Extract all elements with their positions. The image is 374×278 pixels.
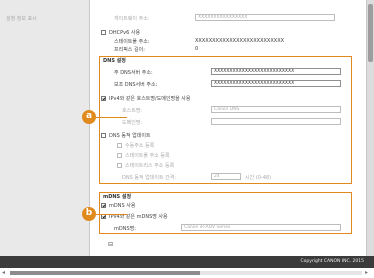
- mdns-name-field[interactable]: Canon iR-ADV Series: [181, 224, 341, 231]
- same-host-label: IPv4와 같은 호스트명/도메인명을 사용: [109, 96, 191, 102]
- horizontal-scrollbar[interactable]: ◂ ▸: [0, 268, 374, 278]
- mdns-settings-title: mDNS 설정: [103, 194, 132, 200]
- dhcp-checkbox[interactable]: [101, 30, 106, 35]
- primary-dns-field[interactable]: XXXXXXXXXXXXXXXXXXXXXXXXXX: [211, 68, 341, 75]
- stateful-address-label: 스테이트풀 주소:: [114, 39, 150, 45]
- mdns-name-label: mDNS명:: [114, 226, 136, 232]
- stateless-register-label: 스테이트리스 주소 등록: [125, 163, 175, 169]
- mdns-use-label: mDNS 사용: [109, 203, 136, 209]
- prefix-length-value: 0: [195, 46, 199, 52]
- prefix-length-label: 프리픽스 길이:: [114, 47, 145, 53]
- scroll-left-arrow-icon[interactable]: ◂: [2, 269, 5, 276]
- scroll-right-arrow-icon[interactable]: ▸: [365, 269, 368, 276]
- main-panel: 게이트웨이 주소: XXXXXXXXXXXXXXXX DHCPv6 사용 스테이…: [90, 0, 366, 256]
- same-host-checkbox[interactable]: [101, 96, 106, 101]
- ddns-label: DNS 동적 업데이트: [109, 133, 151, 139]
- manual-register-label: 수동주소 등록: [125, 143, 155, 149]
- callout-badge-a: a: [82, 110, 96, 124]
- domain-name-label: 도메인명:: [122, 120, 143, 126]
- gateway-field[interactable]: XXXXXXXXXXXXXXXX: [195, 14, 335, 21]
- ddns-checkbox[interactable]: [101, 133, 106, 138]
- dhcp-label: DHCPv6 사용: [109, 30, 141, 36]
- callout-badge-b: b: [82, 207, 96, 221]
- copyright-text: Copyright CANON INC. 2015: [300, 259, 365, 264]
- stateful-address-value: XXXXXXXXXXXXXXXXXXXXXXXXXX: [195, 38, 285, 44]
- stateful-register-label: 스테이트풀 주소 등록: [125, 153, 170, 159]
- primary-dns-label: 주 DNS서버 주소:: [114, 70, 153, 76]
- callout-a-line: [96, 117, 127, 118]
- ddns-interval-field[interactable]: 24: [211, 173, 241, 180]
- secondary-dns-label: 보조 DNS서버 주소:: [114, 82, 158, 88]
- sidebar-item-settings-info[interactable]: 설정 정보 표시: [6, 15, 37, 22]
- manual-register-checkbox[interactable]: [117, 143, 122, 148]
- callout-b-line: [96, 214, 127, 215]
- host-name-label: 호스트명:: [122, 108, 143, 114]
- collapse-icon[interactable]: ⊟: [108, 241, 113, 248]
- mdns-use-checkbox[interactable]: [101, 203, 106, 208]
- horizontal-scroll-thumb[interactable]: [10, 271, 200, 275]
- host-name-field[interactable]: Canon DNS: [211, 106, 341, 113]
- vertical-scrollbar[interactable]: [366, 0, 374, 256]
- app-window: 설정 정보 표시 게이트웨이 주소: XXXXXXXXXXXXXXXX DHCP…: [0, 0, 374, 278]
- stateful-register-checkbox[interactable]: [117, 153, 122, 158]
- domain-name-field[interactable]: [211, 118, 341, 125]
- ddns-interval-label: DNS 동적 업데이트 간격:: [122, 175, 177, 181]
- dns-settings-title: DNS 설정: [103, 58, 126, 64]
- gateway-label: 게이트웨이 주소:: [114, 16, 150, 22]
- stateless-register-checkbox[interactable]: [117, 163, 122, 168]
- sidebar: 설정 정보 표시: [0, 0, 90, 256]
- secondary-dns-field[interactable]: XXXXXXXXXXXXXXXXXXXXXXXXXX: [211, 80, 341, 87]
- vertical-scroll-thumb[interactable]: [368, 4, 373, 62]
- footer: Copyright CANON INC. 2015: [0, 256, 374, 268]
- ddns-interval-unit: 시간 (0-48): [245, 175, 272, 181]
